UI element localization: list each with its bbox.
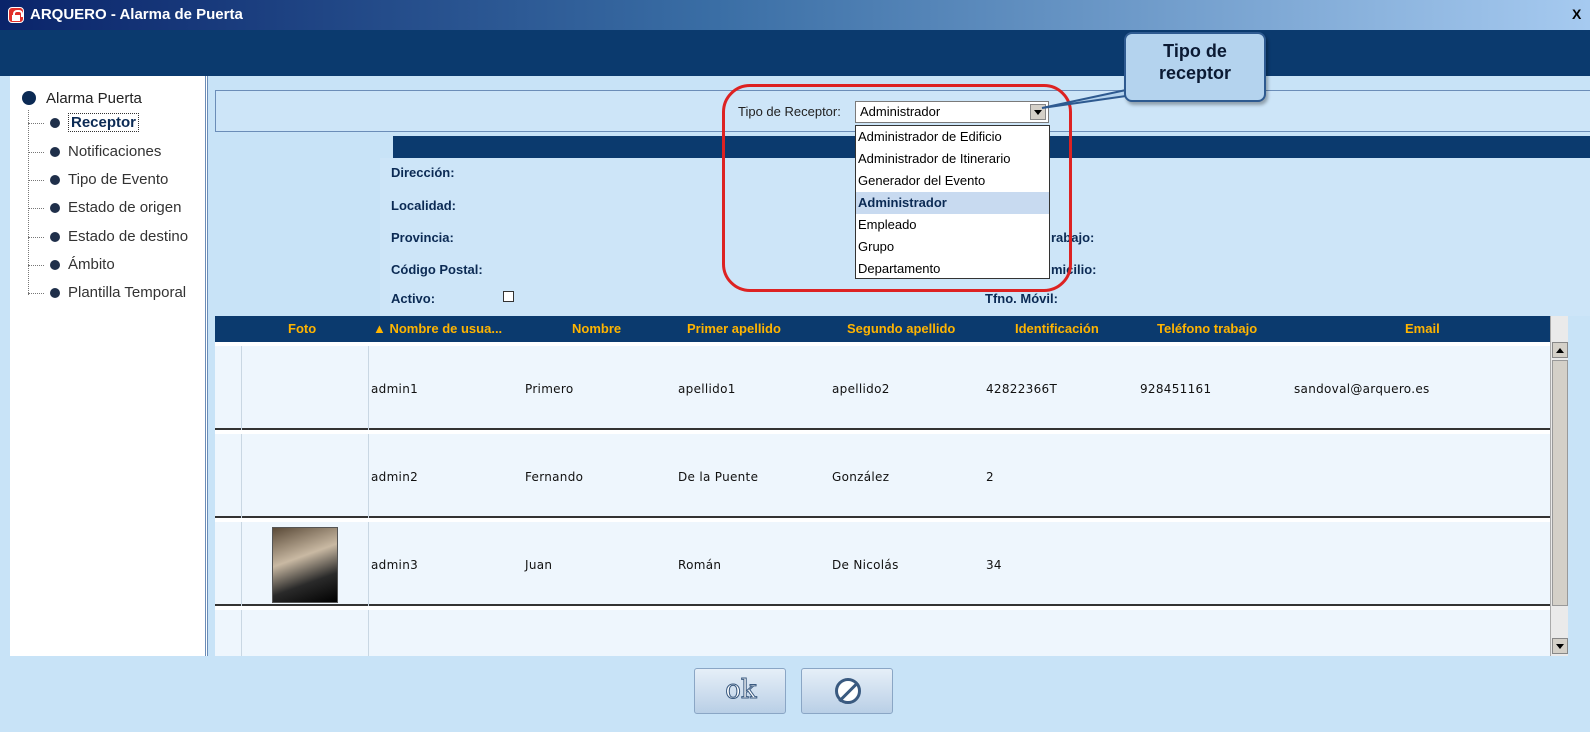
tree-root-icon	[22, 91, 36, 105]
sidebar-item-notificaciones[interactable]: Notificaciones	[28, 143, 161, 165]
cell-nombre: Primero	[525, 382, 574, 396]
codigo-postal-label: Código Postal:	[391, 262, 483, 277]
table-row[interactable]: admin3 Juan Román De Nicolás 34	[215, 522, 1550, 606]
cell-id: 42822366T	[986, 382, 1058, 396]
cell-nombre: Juan	[525, 558, 553, 572]
activo-label: Activo:	[391, 291, 436, 306]
window-title: ARQUERO - Alarma de Puerta	[30, 6, 243, 23]
annotation-highlight	[722, 84, 1072, 292]
callout-line-2: receptor	[1158, 63, 1232, 83]
tree-root[interactable]: Alarma Puerta	[22, 90, 142, 107]
cancel-button[interactable]	[801, 668, 893, 714]
table-row[interactable]	[215, 610, 1550, 656]
table-header: Foto ▲ Nombre de usua... Nombre Primer a…	[215, 316, 1550, 342]
sidebar-item-receptor[interactable]: Receptor	[28, 113, 140, 136]
table-scrollbar[interactable]	[1550, 316, 1568, 656]
cell-id: 2	[986, 470, 994, 484]
bullet-icon	[50, 118, 60, 128]
cell-email: sandoval@arquero.es	[1294, 382, 1430, 396]
user-photo	[272, 527, 338, 603]
cell-id: 34	[986, 558, 1002, 572]
column-header-identificacion[interactable]: Identificación	[1015, 321, 1099, 336]
bullet-icon	[50, 260, 60, 270]
tel-movil-label: Tfno. Móvil:	[985, 291, 1058, 306]
scroll-thumb[interactable]	[1552, 360, 1568, 606]
cell-ap1: Román	[678, 558, 722, 572]
sidebar-tree: Alarma Puerta Receptor Notificaciones Ti…	[10, 76, 208, 656]
column-header-foto[interactable]: Foto	[288, 321, 316, 336]
sidebar-item-tipo-evento[interactable]: Tipo de Evento	[28, 171, 168, 193]
close-button[interactable]: X	[1572, 6, 1586, 22]
cancel-icon	[835, 678, 861, 704]
callout-pointer	[1041, 88, 1127, 109]
provincia-label: Provincia:	[391, 230, 454, 245]
sidebar-item-estado-destino[interactable]: Estado de destino	[28, 228, 188, 250]
app-window: ARQUERO - Alarma de Puerta X Alarma Puer…	[0, 0, 1590, 732]
scroll-down-icon[interactable]	[1552, 638, 1568, 654]
bullet-icon	[50, 203, 60, 213]
cell-tel: 928451161	[1140, 382, 1212, 396]
bullet-icon	[50, 288, 60, 298]
ok-button-label: ok	[725, 675, 757, 706]
footer-bar	[10, 656, 1590, 732]
cell-nombre: Fernando	[525, 470, 584, 484]
cell-ap1: apellido1	[678, 382, 736, 396]
callout-line-1: Tipo de	[1163, 41, 1227, 61]
users-table: admin1 Primero apellido1 apellido2 42822…	[215, 342, 1550, 656]
title-bar[interactable]: ARQUERO - Alarma de Puerta X	[0, 0, 1590, 30]
cell-ap1: De la Puente	[678, 470, 759, 484]
direccion-label: Dirección:	[391, 165, 455, 180]
table-row[interactable]: admin2 Fernando De la Puente González 2	[215, 434, 1550, 518]
sidebar-item-estado-origen[interactable]: Estado de origen	[28, 199, 181, 221]
bullet-icon	[50, 232, 60, 242]
localidad-label: Localidad:	[391, 198, 457, 213]
table-row[interactable]: admin1 Primero apellido1 apellido2 42822…	[215, 346, 1550, 430]
column-header-usuario[interactable]: ▲ Nombre de usua...	[373, 321, 502, 336]
cell-ap2: González	[832, 470, 890, 484]
header-band	[0, 30, 1590, 76]
bullet-icon	[50, 147, 60, 157]
column-header-primer-apellido[interactable]: Primer apellido	[687, 321, 781, 336]
cell-ap2: apellido2	[832, 382, 890, 396]
sidebar-item-plantilla-temporal[interactable]: Plantilla Temporal	[28, 284, 186, 306]
lock-icon	[8, 7, 24, 23]
cell-ap2: De Nicolás	[832, 558, 899, 572]
bullet-icon	[50, 175, 60, 185]
column-header-telefono-trabajo[interactable]: Teléfono trabajo	[1157, 321, 1257, 336]
sidebar-item-ambito[interactable]: Ámbito	[28, 256, 115, 278]
column-header-segundo-apellido[interactable]: Segundo apellido	[847, 321, 955, 336]
scroll-up-icon[interactable]	[1552, 342, 1568, 358]
annotation-callout: Tipo de receptor	[1124, 32, 1266, 102]
activo-checkbox[interactable]	[503, 291, 514, 302]
tree-root-label: Alarma Puerta	[46, 90, 142, 107]
column-header-email[interactable]: Email	[1405, 321, 1440, 336]
column-header-nombre[interactable]: Nombre	[572, 321, 621, 336]
cell-user: admin1	[371, 382, 419, 396]
ok-button[interactable]: ok	[694, 668, 786, 714]
cell-user: admin2	[371, 470, 419, 484]
cell-user: admin3	[371, 558, 419, 572]
